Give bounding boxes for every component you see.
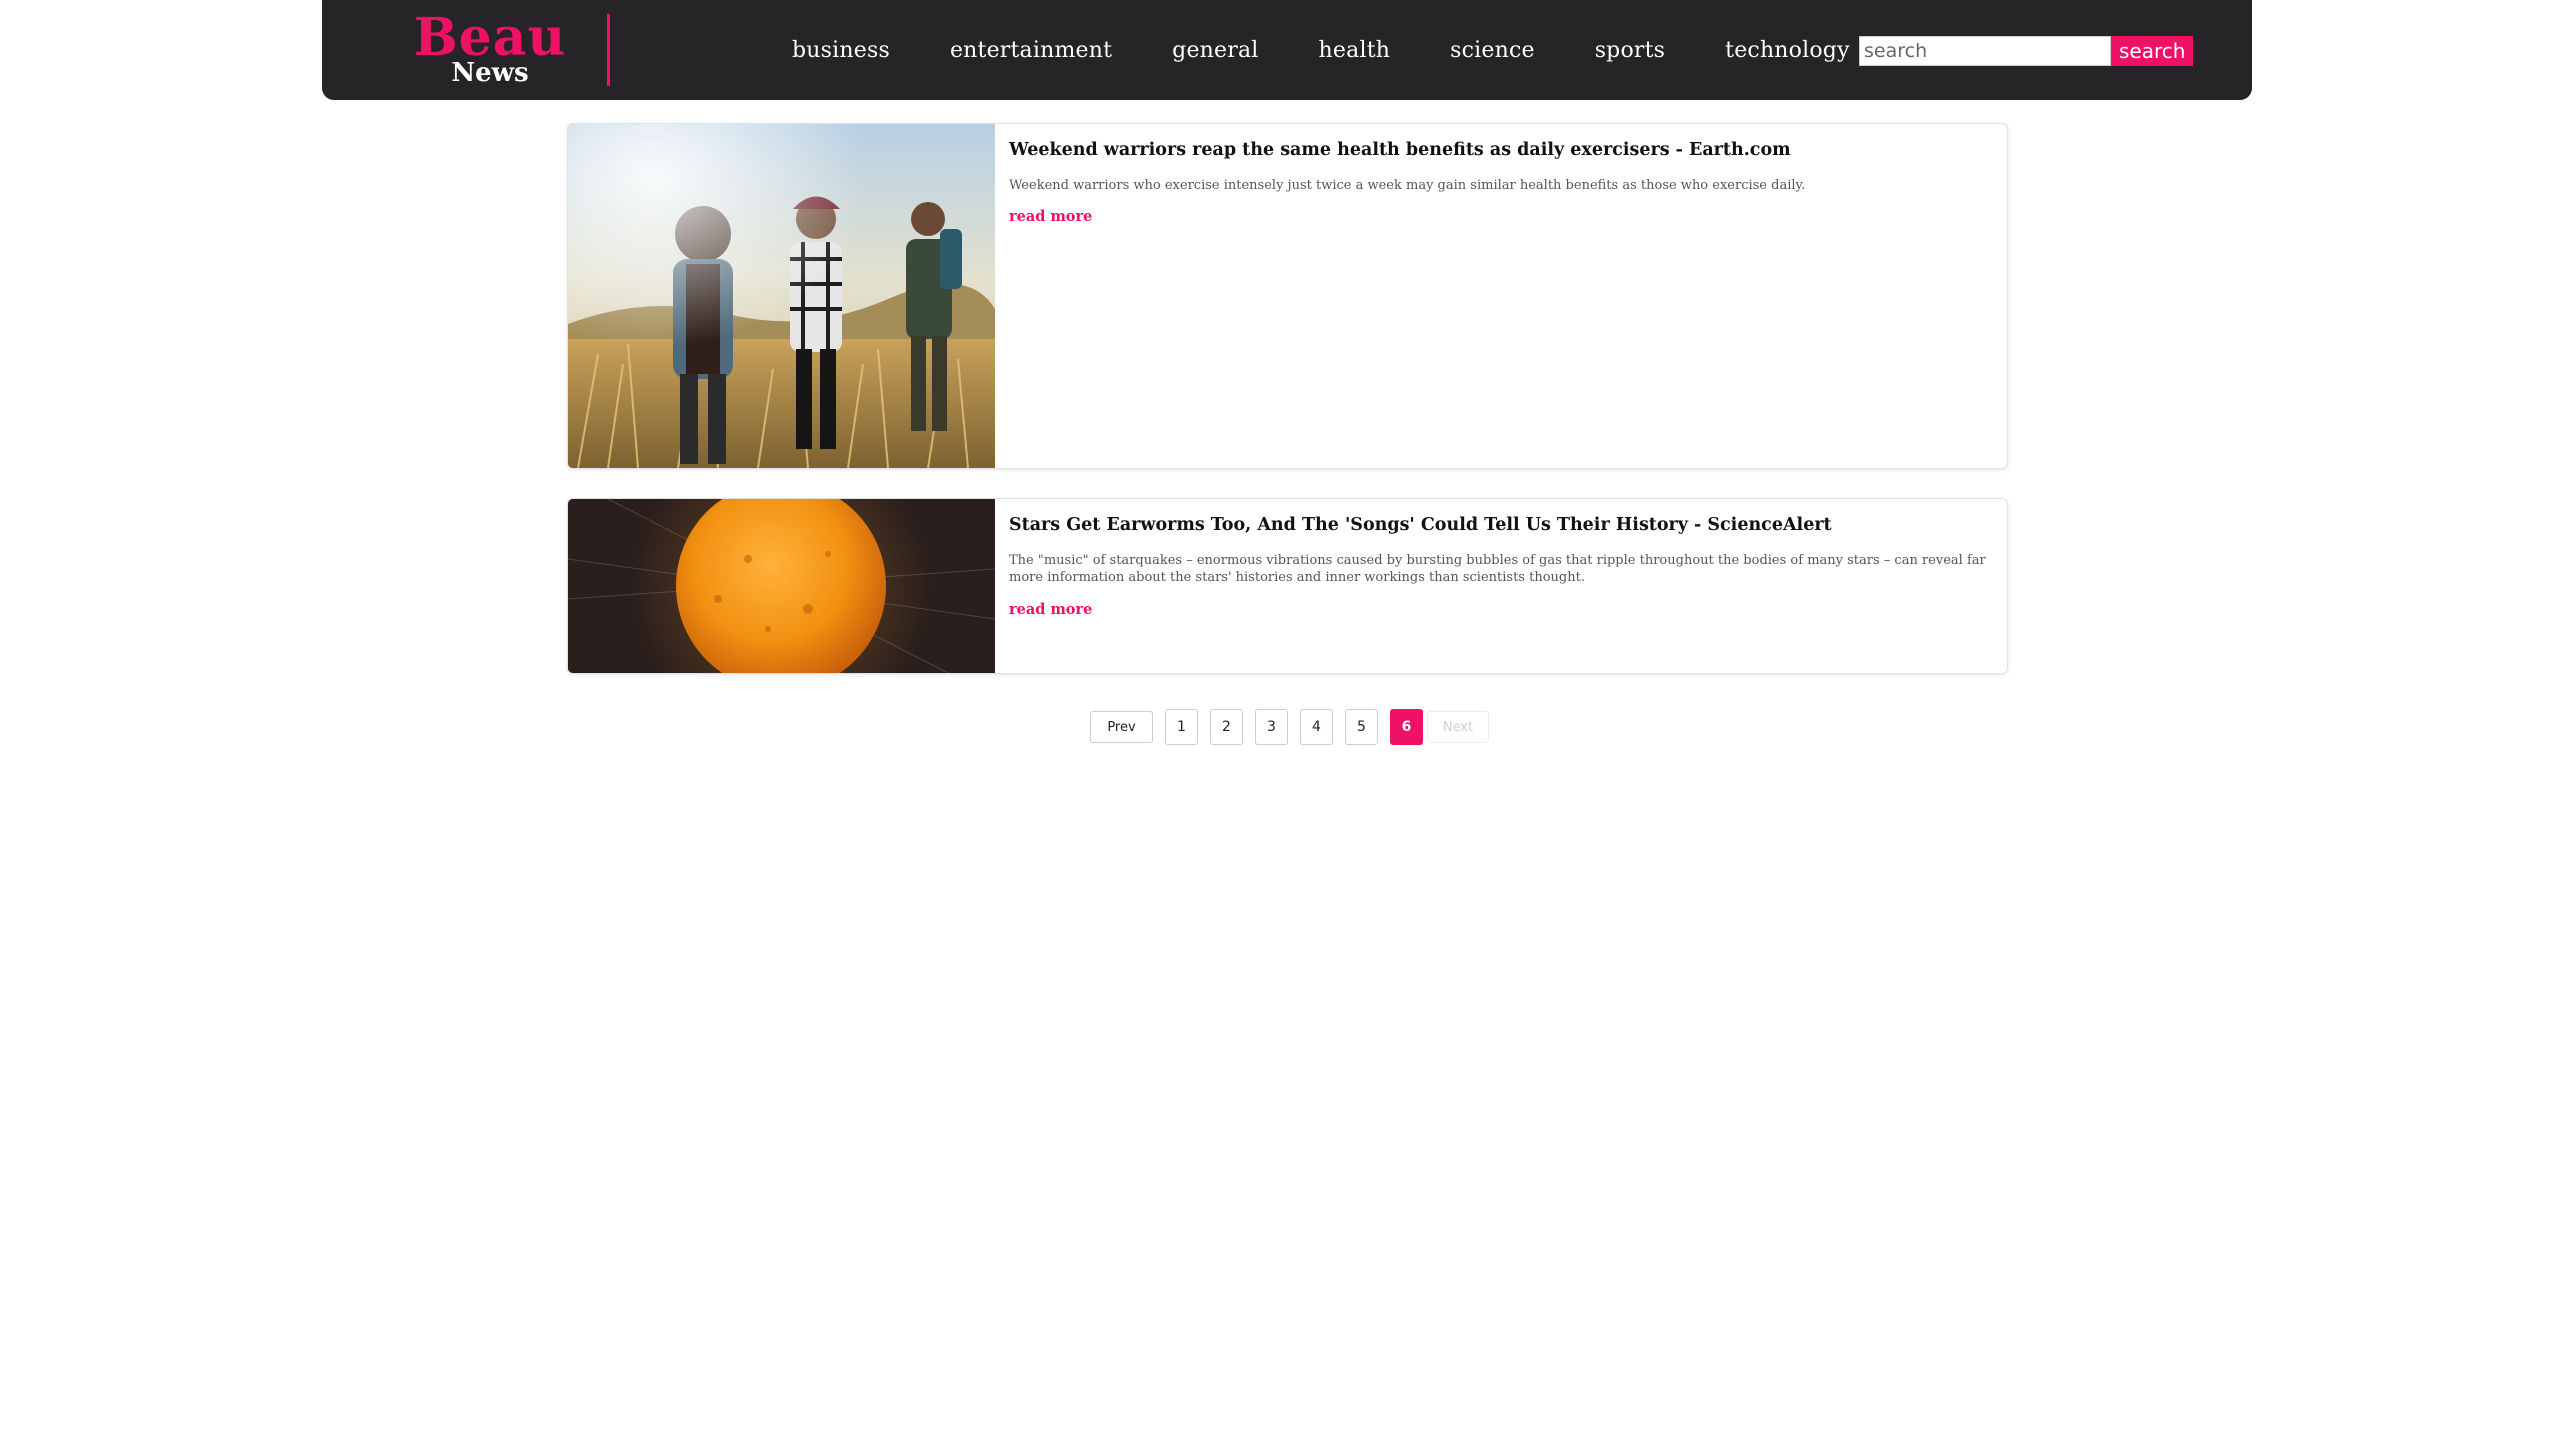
page-button-6-current[interactable]: 6 (1390, 709, 1423, 745)
search-button[interactable]: search (2111, 36, 2194, 66)
read-more-link[interactable]: read more (1009, 208, 1092, 225)
nav-link-health[interactable]: health (1319, 38, 1391, 63)
logo-divider (607, 14, 610, 86)
search-form: search (1859, 36, 2194, 66)
prev-page-button[interactable]: Prev (1090, 711, 1153, 743)
article-card: Stars Get Earworms Too, And The 'Songs' … (567, 498, 2008, 674)
article-image-sun[interactable] (568, 499, 995, 673)
logo-beau-text: Beau (413, 7, 567, 68)
page-button-5[interactable]: 5 (1345, 709, 1378, 745)
article-title[interactable]: Stars Get Earworms Too, And The 'Songs' … (1009, 513, 1993, 538)
nav-link-entertainment[interactable]: entertainment (950, 38, 1112, 63)
hikers-illustration (568, 124, 995, 468)
article-title[interactable]: Weekend warriors reap the same health be… (1009, 138, 1993, 163)
article-card: Weekend warriors reap the same health be… (567, 123, 2008, 469)
nav-link-science[interactable]: science (1450, 38, 1535, 63)
top-navbar: Beau News business entertainment general… (322, 0, 2252, 100)
page-button-1[interactable]: 1 (1165, 709, 1198, 745)
nav-link-general[interactable]: general (1172, 38, 1258, 63)
article-image-hikers[interactable] (568, 124, 995, 468)
pagination: Prev 1 2 3 4 5 6 Next (1090, 709, 1489, 745)
nav-link-sports[interactable]: sports (1595, 38, 1665, 63)
nav-link-technology[interactable]: technology (1725, 38, 1850, 63)
site-logo[interactable]: Beau News (410, 7, 570, 87)
sun-illustration (568, 499, 995, 673)
article-body: Stars Get Earworms Too, And The 'Songs' … (995, 499, 2007, 673)
category-nav: business entertainment general health sc… (792, 0, 1910, 100)
page-button-4[interactable]: 4 (1300, 709, 1333, 745)
nav-link-business[interactable]: business (792, 38, 890, 63)
read-more-link[interactable]: read more (1009, 601, 1092, 618)
page-button-2[interactable]: 2 (1210, 709, 1243, 745)
search-input[interactable] (1859, 36, 2111, 66)
article-description: The "music" of starquakes – enormous vib… (1009, 552, 1986, 586)
article-body: Weekend warriors reap the same health be… (995, 124, 2007, 468)
article-description: Weekend warriors who exercise intensely … (1009, 177, 1806, 193)
next-page-button[interactable]: Next (1427, 711, 1489, 743)
page-button-3[interactable]: 3 (1255, 709, 1288, 745)
